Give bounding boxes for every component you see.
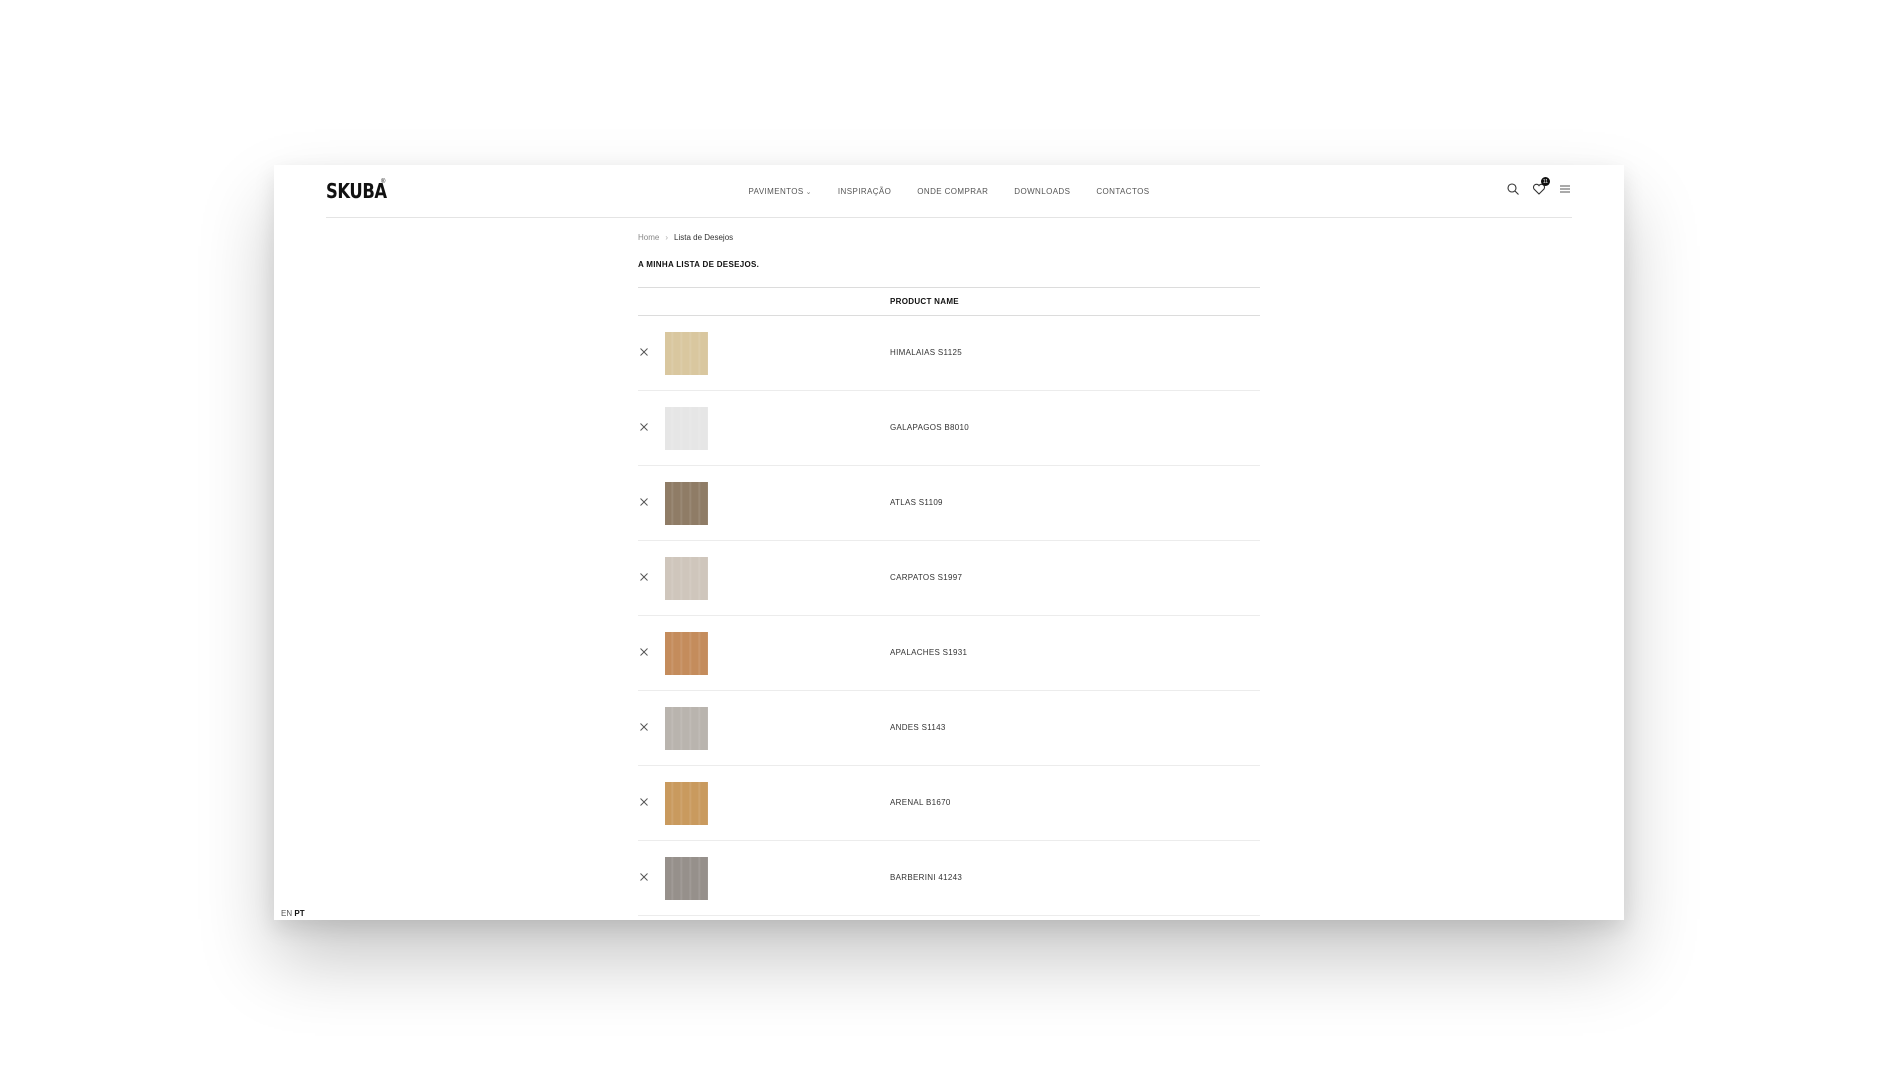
table-row: ATLAS S1109 xyxy=(638,466,1260,541)
close-icon[interactable] xyxy=(638,645,650,657)
breadcrumb: Home › Lista de Desejos xyxy=(638,233,1260,242)
close-icon[interactable] xyxy=(638,495,650,507)
table-row: ANDES S1143 xyxy=(638,691,1260,766)
table-row: CARPATOS S1997 xyxy=(638,541,1260,616)
product-thumbnail[interactable] xyxy=(665,557,708,600)
lang-pt[interactable]: PT xyxy=(294,909,304,918)
product-name[interactable]: ANDES S1143 xyxy=(890,723,946,732)
product-name[interactable]: GALAPAGOS B8010 xyxy=(890,423,969,432)
close-icon[interactable] xyxy=(638,345,650,357)
header-tools: 11 xyxy=(1506,177,1572,196)
table-row: APALACHES S1931 xyxy=(638,616,1260,691)
nav-item-onde-comprar[interactable]: ONDE COMPRAR xyxy=(917,187,988,196)
product-name[interactable]: CARPATOS S1997 xyxy=(890,573,962,582)
product-thumbnail[interactable] xyxy=(665,782,708,825)
wishlist-button[interactable]: 11 xyxy=(1532,177,1550,196)
table-row: ARENAL B1670 xyxy=(638,766,1260,841)
browser-page: SKUBA ® PAVIMENTOS ⌄ INSPIRAÇÃO ONDE COMP… xyxy=(274,165,1624,920)
wishlist-content: Home › Lista de Desejos A MINHA LISTA DE… xyxy=(638,217,1260,916)
product-name[interactable]: HIMALAIAS S1125 xyxy=(890,348,962,357)
search-icon[interactable] xyxy=(1506,182,1520,196)
lang-en[interactable]: EN xyxy=(281,909,292,918)
page-title: A MINHA LISTA DE DESEJOS. xyxy=(638,260,760,269)
language-switcher: EN PT xyxy=(281,909,305,918)
menu-icon[interactable] xyxy=(1558,182,1572,196)
product-thumbnail[interactable] xyxy=(665,632,708,675)
product-thumbnail[interactable] xyxy=(665,407,708,450)
product-name[interactable]: APALACHES S1931 xyxy=(890,648,967,657)
product-name[interactable]: ARENAL B1670 xyxy=(890,798,951,807)
wishlist-count-badge: 11 xyxy=(1541,177,1550,186)
wishlist-table: PRODUCT NAME HIMALAIAS S1125 GALAPAGOS B8… xyxy=(638,287,1260,916)
nav-item-downloads[interactable]: DOWNLOADS xyxy=(1014,187,1070,196)
close-icon[interactable] xyxy=(638,720,650,732)
product-thumbnail[interactable] xyxy=(665,857,708,900)
table-row: GALAPAGOS B8010 xyxy=(638,391,1260,466)
close-icon[interactable] xyxy=(638,795,650,807)
close-icon[interactable] xyxy=(638,570,650,582)
product-name[interactable]: BARBERINI 41243 xyxy=(890,873,962,882)
breadcrumb-home[interactable]: Home xyxy=(638,233,659,242)
table-header: PRODUCT NAME xyxy=(638,288,1260,316)
nav-item-contactos[interactable]: CONTACTOS xyxy=(1096,187,1149,196)
nav-item-pavimentos[interactable]: PAVIMENTOS ⌄ xyxy=(749,187,812,196)
chevron-right-icon: › xyxy=(665,233,669,242)
product-thumbnail[interactable] xyxy=(665,332,708,375)
chevron-down-icon: ⌄ xyxy=(805,188,812,196)
table-row: BARBERINI 41243 xyxy=(638,841,1260,916)
site-header: SKUBA ® PAVIMENTOS ⌄ INSPIRAÇÃO ONDE COMP… xyxy=(326,165,1572,218)
close-icon[interactable] xyxy=(638,870,650,882)
wishlist-rows: HIMALAIAS S1125 GALAPAGOS B8010 ATLAS S110… xyxy=(638,316,1260,916)
product-thumbnail[interactable] xyxy=(665,707,708,750)
column-header-product-name: PRODUCT NAME xyxy=(890,297,959,306)
product-name[interactable]: ATLAS S1109 xyxy=(890,498,943,507)
table-row: HIMALAIAS S1125 xyxy=(638,316,1260,391)
product-thumbnail[interactable] xyxy=(665,482,708,525)
nav-item-label: PAVIMENTOS xyxy=(748,186,804,196)
close-icon[interactable] xyxy=(638,420,650,432)
nav-item-inspiracao[interactable]: INSPIRAÇÃO xyxy=(838,187,891,196)
main-nav: PAVIMENTOS ⌄ INSPIRAÇÃO ONDE COMPRAR DOWN… xyxy=(326,165,1572,217)
breadcrumb-current: Lista de Desejos xyxy=(674,233,734,242)
